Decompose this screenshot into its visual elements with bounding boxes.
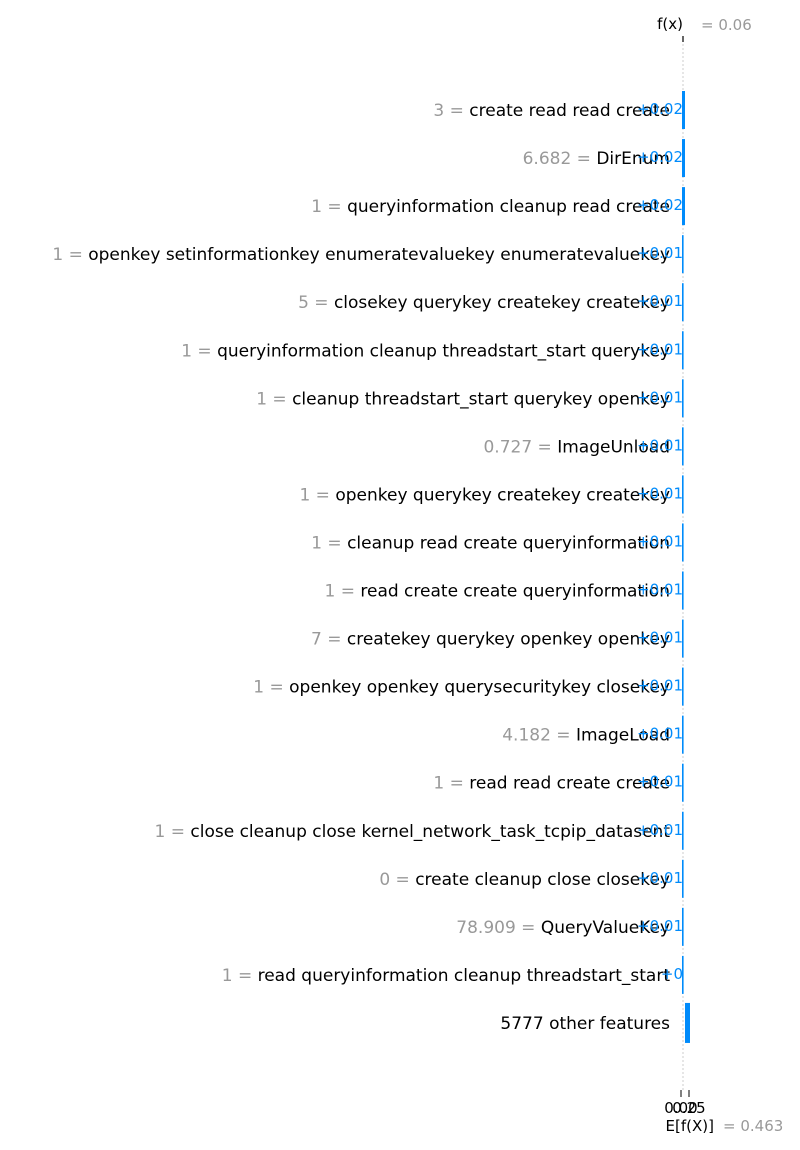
feature-label: 1 = queryinformation cleanup threadstart… — [181, 341, 670, 361]
feature-value: 4.182 = — [502, 726, 576, 746]
feature-name: 5777 other features — [500, 1014, 670, 1034]
feature-label: 1 = cleanup threadstart_start querykey o… — [256, 389, 670, 409]
shap-bar — [685, 1002, 690, 1043]
bar-value-label: +0.02 — [637, 100, 683, 118]
feature-label: 1 = openkey openkey querysecuritykey clo… — [253, 678, 670, 698]
feature-label: 1 = close cleanup close kernel_network_t… — [155, 822, 671, 842]
bar-value-label: +0.02 — [637, 148, 683, 166]
base-value-text: = 0.463 — [723, 1117, 783, 1135]
bar-value-label: +0.01 — [637, 388, 683, 406]
x-tick-label: 0.25 — [672, 1099, 705, 1117]
bar-value-label: +0.01 — [637, 869, 683, 887]
bar-value-label: +0.01 — [637, 677, 683, 695]
bar-value-label: +0 — [661, 965, 683, 983]
feature-label: 3 = create read read create — [433, 101, 670, 121]
bar-value-label: +0.02 — [637, 196, 683, 214]
feature-rows: 3 = create read read create+0.026.682 = … — [52, 91, 690, 1043]
feature-label: 0 = create cleanup close closekey — [379, 870, 670, 890]
fx-label: f(x) — [657, 15, 683, 33]
bar-value-label: +0.01 — [637, 244, 683, 262]
feature-label: 5777 other features — [500, 1014, 670, 1034]
feature-value: 6.682 = — [523, 149, 597, 169]
feature-label: 1 = read queryinformation cleanup thread… — [222, 966, 671, 986]
feature-value: 3 = — [433, 101, 469, 121]
feature-value: 1 = — [155, 822, 191, 842]
fx-value: = 0.06 — [701, 16, 752, 34]
bar-value-label: +0.01 — [637, 773, 683, 791]
feature-value: 0.727 = — [483, 437, 557, 457]
feature-name: cleanup threadstart_start querykey openk… — [292, 389, 670, 409]
base-value-label: E[f(X)] — [666, 1117, 714, 1135]
feature-value: 5 = — [298, 293, 334, 313]
feature-name: queryinformation cleanup read create — [347, 197, 670, 217]
feature-name: create cleanup close closekey — [415, 870, 670, 890]
feature-value: 1 = — [253, 678, 289, 698]
feature-label: 1 = openkey setinformationkey enumeratev… — [52, 245, 670, 265]
feature-label: 7 = createkey querykey openkey openkey — [311, 630, 670, 650]
x-axis: 0.00 0.25 — [664, 1090, 706, 1117]
feature-name: read queryinformation cleanup threadstar… — [258, 966, 671, 986]
feature-name: cleanup read create queryinformation — [347, 533, 670, 553]
bar-value-label: +0.01 — [637, 917, 683, 935]
feature-value: 1 = — [433, 774, 469, 794]
bar-value-label: +0.01 — [637, 292, 683, 310]
feature-name: closekey querykey createkey createkey — [334, 293, 670, 313]
feature-value: 1 = — [325, 582, 361, 602]
feature-value: 1 = — [311, 533, 347, 553]
feature-value: 1 = — [299, 485, 335, 505]
feature-value: 1 = — [181, 341, 217, 361]
bar-value-label: +0.01 — [637, 532, 683, 550]
feature-label: 1 = openkey querykey createkey createkey — [299, 485, 670, 505]
feature-name: queryinformation cleanup threadstart_sta… — [217, 341, 670, 361]
feature-name: openkey querykey createkey createkey — [335, 485, 670, 505]
feature-value: 7 = — [311, 630, 347, 650]
feature-label: 1 = cleanup read create queryinformation — [311, 533, 670, 553]
bar-value-label: +0.01 — [637, 436, 683, 454]
feature-name: openkey openkey querysecuritykey closeke… — [289, 678, 670, 698]
feature-value: 1 = — [222, 966, 258, 986]
feature-value: 1 = — [256, 389, 292, 409]
bar-value-label: +0.01 — [637, 340, 683, 358]
feature-label: 1 = queryinformation cleanup read create — [311, 197, 670, 217]
shap-waterfall-chart: f(x) = 0.06 3 = create read read create+… — [52, 15, 783, 1135]
bar-value-label: +0.01 — [637, 821, 683, 839]
feature-value: 1 = — [311, 197, 347, 217]
feature-label: 5 = closekey querykey createkey createke… — [298, 293, 670, 313]
bar-value-label: +0.01 — [637, 725, 683, 743]
feature-value: 78.909 = — [456, 918, 541, 938]
feature-name: close cleanup close kernel_network_task_… — [190, 822, 670, 842]
feature-label: 1 = read create create queryinformation — [325, 582, 671, 602]
feature-name: openkey setinformationkey enumeratevalue… — [88, 245, 670, 265]
feature-name: createkey querykey openkey openkey — [347, 630, 670, 650]
bar-value-label: +0.01 — [637, 484, 683, 502]
feature-value: 1 = — [52, 245, 88, 265]
feature-name: read create create queryinformation — [360, 582, 670, 602]
bar-value-label: +0.01 — [637, 629, 683, 647]
bar-value-label: +0.01 — [637, 581, 683, 599]
feature-label: 1 = read read create create — [433, 774, 670, 794]
feature-value: 0 = — [379, 870, 415, 890]
